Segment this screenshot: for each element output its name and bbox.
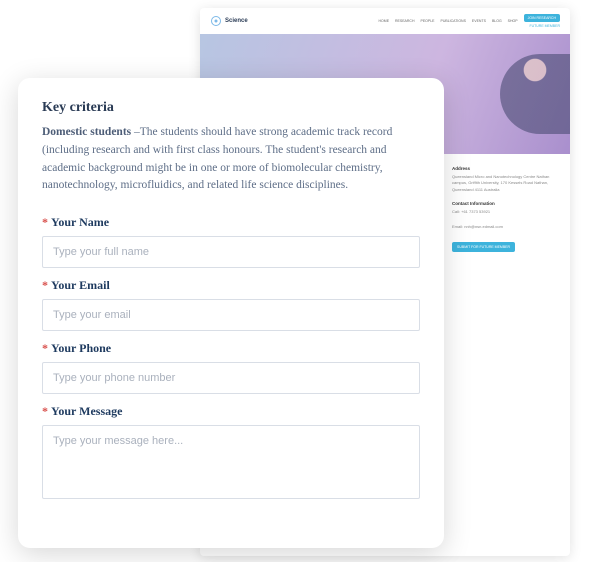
- phone-input[interactable]: [42, 362, 420, 394]
- submit-future-member-button[interactable]: SUBMIT FOR FUTURE MEMBER: [452, 242, 515, 252]
- nav-research[interactable]: RESEARCH: [395, 19, 414, 23]
- label-message: *Your Message: [42, 404, 420, 419]
- join-research-button[interactable]: JOIN RESEARCH: [524, 14, 560, 22]
- field-phone: *Your Phone: [42, 341, 420, 394]
- contact-call: Call: +61 7373 53921: [452, 209, 552, 215]
- field-name: *Your Name: [42, 215, 420, 268]
- primary-nav: HOME RESEARCH PEOPLE PUBLICATIONS EVENTS…: [379, 14, 560, 28]
- email-input[interactable]: [42, 299, 420, 331]
- nav-publications[interactable]: PUBLICATIONS: [441, 19, 466, 23]
- required-mark: *: [42, 278, 48, 292]
- contact-email: Email: nnh@nsn.edmail.com: [452, 224, 552, 230]
- contact-heading: Contact Information: [452, 201, 552, 206]
- label-name: *Your Name: [42, 215, 420, 230]
- nav-shop[interactable]: SHOP: [508, 19, 518, 23]
- label-message-text: Your Message: [51, 404, 122, 418]
- required-mark: *: [42, 341, 48, 355]
- logo-icon: [210, 15, 222, 27]
- message-textarea[interactable]: [42, 425, 420, 499]
- nav-blog[interactable]: BLOG: [492, 19, 502, 23]
- card-heading: Key criteria: [42, 100, 420, 116]
- name-input[interactable]: [42, 236, 420, 268]
- desc-bold: Domestic students: [42, 126, 131, 138]
- field-message: *Your Message: [42, 404, 420, 504]
- nav-people[interactable]: PEOPLE: [420, 19, 434, 23]
- address-body: Queensland Micro and Nanotechnology Cent…: [452, 174, 552, 193]
- label-email: *Your Email: [42, 278, 420, 293]
- card-description: Domestic students –The students should h…: [42, 124, 420, 195]
- criteria-form-card: Key criteria Domestic students –The stud…: [18, 78, 444, 548]
- label-phone: *Your Phone: [42, 341, 420, 356]
- sidebar: Address Queensland Micro and Nanotechnol…: [452, 166, 552, 417]
- field-email: *Your Email: [42, 278, 420, 331]
- required-mark: *: [42, 404, 48, 418]
- label-phone-text: Your Phone: [51, 341, 111, 355]
- nav-future-member[interactable]: FUTURE MEMBER: [529, 24, 560, 28]
- hero-person-image: [500, 54, 570, 134]
- nav-home[interactable]: HOME: [379, 19, 390, 23]
- address-heading: Address: [452, 166, 552, 171]
- nav-events[interactable]: EVENTS: [472, 19, 486, 23]
- required-mark: *: [42, 215, 48, 229]
- logo-text: Science: [225, 18, 248, 24]
- label-name-text: Your Name: [51, 215, 109, 229]
- site-logo[interactable]: Science: [210, 15, 248, 27]
- site-header: Science HOME RESEARCH PEOPLE PUBLICATION…: [200, 8, 570, 34]
- label-email-text: Your Email: [51, 278, 110, 292]
